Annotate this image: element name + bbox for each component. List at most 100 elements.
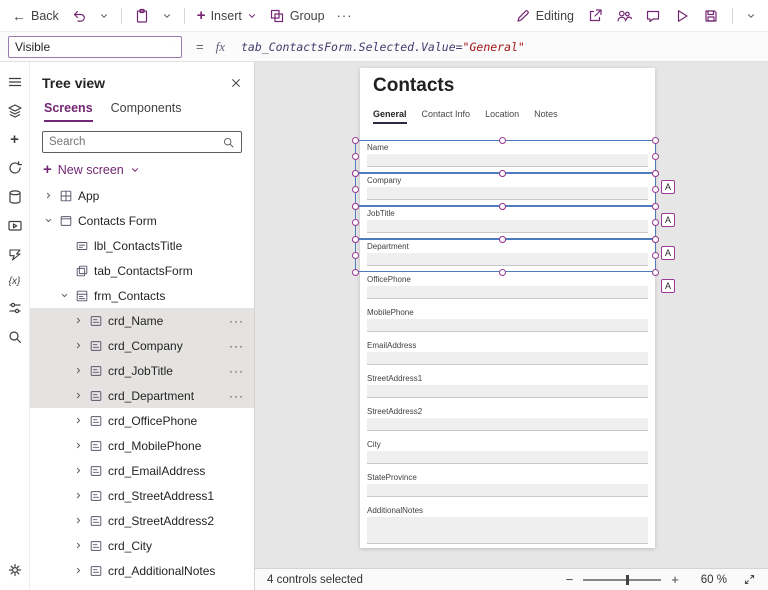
new-screen-button[interactable]: + New screen — [30, 153, 254, 183]
more-options-icon[interactable]: ··· — [229, 389, 244, 403]
tree-item-crd-officephone[interactable]: crd_OfficePhone — [30, 408, 254, 433]
more-options-icon[interactable]: ··· — [229, 339, 244, 353]
more-commands-button[interactable]: ··· — [337, 8, 353, 23]
chevron-down-icon[interactable] — [56, 291, 72, 300]
form-field-department[interactable]: Department — [367, 239, 648, 272]
selection-handle[interactable] — [652, 169, 659, 177]
chevron-right-icon[interactable] — [70, 366, 86, 375]
chevron-right-icon[interactable] — [70, 416, 86, 425]
text-input-control[interactable] — [367, 286, 648, 299]
form-field-streetaddress2[interactable]: StreetAddress2 — [367, 404, 648, 437]
chevron-right-icon[interactable] — [70, 541, 86, 550]
share-button[interactable] — [587, 8, 603, 24]
property-chevron-icon[interactable] — [174, 42, 175, 52]
form-field-mobilephone[interactable]: MobilePhone — [367, 305, 648, 338]
tree-item-crd-company[interactable]: crd_Company ··· — [30, 333, 254, 358]
form-field-emailaddress[interactable]: EmailAddress — [367, 338, 648, 371]
zoom-out-button[interactable]: − — [566, 572, 574, 587]
text-input-control[interactable] — [367, 385, 648, 398]
tree-item-crd-stateprovince[interactable]: crd_StateProvince — [30, 583, 254, 590]
formula-input[interactable]: tab_ContactsForm.Selected.Value="General… — [241, 40, 525, 54]
tree-item-crd-streetaddress2[interactable]: crd_StreetAddress2 — [30, 508, 254, 533]
selection-handle[interactable] — [352, 251, 359, 259]
save-button[interactable] — [703, 8, 719, 24]
tree-item-crd-city[interactable]: crd_City — [30, 533, 254, 558]
design-canvas[interactable]: Contacts General Contact Info Location N… — [255, 62, 768, 568]
selection-handle[interactable] — [352, 235, 359, 243]
selection-handle[interactable] — [652, 136, 659, 144]
close-panel-button[interactable] — [230, 77, 242, 89]
power-automate-icon[interactable] — [7, 247, 23, 263]
form-field-jobtitle[interactable]: JobTitle — [367, 206, 648, 239]
property-selector[interactable] — [8, 35, 182, 58]
tree-item-crd-streetaddress1[interactable]: crd_StreetAddress1 — [30, 483, 254, 508]
tree-item-lbl-contactstitle[interactable]: lbl_ContactsTitle — [30, 233, 254, 258]
save-options-chevron[interactable] — [746, 11, 756, 21]
text-input-control[interactable] — [367, 418, 648, 431]
form-field-city[interactable]: City — [367, 437, 648, 470]
form-field-stateprovince[interactable]: StateProvince — [367, 470, 648, 503]
text-input-control[interactable] — [367, 220, 648, 233]
form-field-officephone[interactable]: OfficePhone — [367, 272, 648, 305]
chevron-right-icon[interactable] — [70, 341, 86, 350]
screen-title-label[interactable]: Contacts — [373, 75, 454, 97]
coauthors-button[interactable] — [616, 8, 632, 24]
tree-item-crd-additionalnotes[interactable]: crd_AdditionalNotes — [30, 558, 254, 583]
more-options-icon[interactable]: ··· — [229, 364, 244, 378]
contacts-screen[interactable]: Contacts General Contact Info Location N… — [360, 68, 655, 548]
form-field-additionalnotes[interactable]: AdditionalNotes — [367, 503, 648, 544]
paste-options-chevron[interactable] — [162, 11, 172, 21]
editing-mode-button[interactable]: Editing — [515, 8, 574, 24]
chevron-right-icon[interactable] — [70, 441, 86, 450]
chevron-down-icon[interactable] — [40, 216, 56, 225]
chevron-right-icon[interactable] — [70, 516, 86, 525]
selection-handle[interactable] — [352, 169, 359, 177]
tab-screens[interactable]: Screens — [44, 101, 93, 122]
zoom-in-button[interactable]: + — [671, 572, 679, 587]
media-icon[interactable] — [7, 218, 23, 234]
tree-item-crd-jobtitle[interactable]: crd_JobTitle ··· — [30, 358, 254, 383]
tree-item-app[interactable]: App — [30, 183, 254, 208]
tree-item-frm-contacts[interactable]: frm_Contacts — [30, 283, 254, 308]
preview-play-button[interactable] — [674, 8, 690, 24]
selection-handle[interactable] — [652, 218, 659, 226]
selection-handle[interactable] — [352, 136, 359, 144]
text-control-badge[interactable]: A — [661, 246, 675, 260]
tree-item-tab-contactsform[interactable]: tab_ContactsForm — [30, 258, 254, 283]
advanced-tools-icon[interactable] — [7, 300, 23, 316]
text-input-control[interactable] — [367, 484, 648, 497]
chevron-right-icon[interactable] — [40, 191, 56, 200]
selection-handle[interactable] — [352, 152, 359, 160]
variables-icon[interactable]: {x} — [9, 276, 21, 287]
chevron-right-icon[interactable] — [70, 566, 86, 575]
data-refresh-icon[interactable] — [7, 160, 23, 176]
fit-to-window-button[interactable] — [743, 573, 756, 586]
text-input-control[interactable] — [367, 154, 648, 167]
zoom-percentage[interactable]: 60 % — [701, 574, 727, 586]
form-tab-location[interactable]: Location — [485, 109, 519, 124]
back-button[interactable]: ← Back — [12, 8, 59, 24]
tree-item-contacts-form[interactable]: Contacts Form — [30, 208, 254, 233]
tab-components[interactable]: Components — [111, 101, 182, 122]
tree-item-crd-name[interactable]: crd_Name ··· — [30, 308, 254, 333]
settings-gear-icon[interactable] — [7, 562, 23, 578]
tree-item-crd-mobilephone[interactable]: crd_MobilePhone — [30, 433, 254, 458]
text-input-control[interactable] — [367, 451, 648, 464]
paste-button[interactable] — [134, 8, 150, 24]
text-input-control[interactable] — [367, 187, 648, 200]
selection-handle[interactable] — [652, 185, 659, 193]
property-input[interactable] — [15, 39, 170, 54]
selection-handle[interactable] — [352, 218, 359, 226]
chevron-right-icon[interactable] — [70, 316, 86, 325]
zoom-slider-thumb[interactable] — [626, 574, 630, 585]
selection-handle[interactable] — [652, 251, 659, 259]
selection-handle[interactable] — [352, 185, 359, 193]
selection-handle[interactable] — [652, 235, 659, 243]
text-input-control[interactable] — [367, 352, 648, 365]
form-field-company[interactable]: Company — [367, 173, 648, 206]
chevron-right-icon[interactable] — [70, 466, 86, 475]
form-field-name[interactable]: Name — [367, 140, 648, 173]
form-tab-notes[interactable]: Notes — [534, 109, 558, 124]
more-options-icon[interactable]: ··· — [229, 314, 244, 328]
selection-handle[interactable] — [499, 268, 506, 276]
